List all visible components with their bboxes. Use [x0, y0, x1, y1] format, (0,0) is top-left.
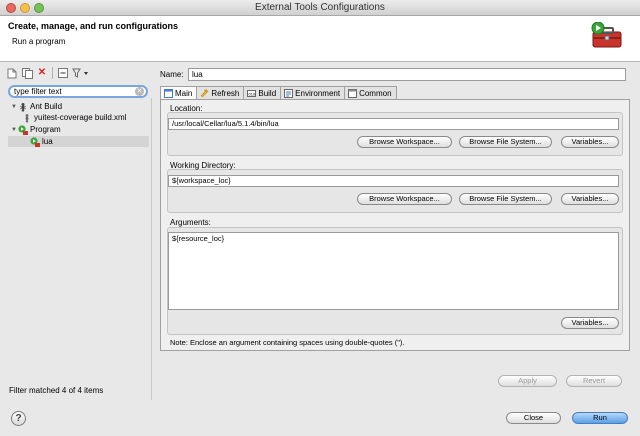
tree-label: yuitest-coverage build.xml — [34, 113, 127, 122]
main-tab-icon — [164, 89, 173, 98]
revert-button[interactable]: Revert — [566, 375, 622, 387]
help-icon[interactable]: ? — [11, 411, 26, 426]
filter-configs-icon[interactable] — [72, 67, 90, 79]
refresh-icon — [200, 88, 209, 98]
dialog-subtitle: Run a program — [12, 37, 66, 46]
tab-label: Build — [258, 88, 277, 98]
toolbar-separator — [52, 67, 53, 79]
name-label: Name: — [160, 70, 184, 79]
ant-config-icon — [22, 113, 32, 123]
tab-label: Environment — [295, 88, 341, 98]
config-tree: ▼ Ant Build yuitest-coverage build.xml ▼… — [6, 100, 150, 380]
run-button[interactable]: Run — [572, 412, 628, 424]
new-config-icon[interactable] — [6, 67, 18, 79]
expand-arrow-icon[interactable]: ▼ — [10, 104, 18, 110]
tab-common[interactable]: Common — [344, 86, 397, 99]
apply-button[interactable]: Apply — [498, 375, 557, 387]
location-label: Location: — [170, 104, 203, 113]
tab-main[interactable]: Main — [160, 86, 198, 100]
name-field[interactable]: lua — [188, 68, 626, 81]
tree-label: Program — [30, 125, 61, 134]
dialog-header: Create, manage, and run configurations R… — [0, 16, 640, 62]
location-field[interactable]: /usr/local/Cellar/lua/5.1.4/bin/lua — [168, 118, 619, 130]
tab-label: Main — [175, 89, 193, 98]
filter-status: Filter matched 4 of 4 items — [9, 386, 104, 395]
tab-bar: Main Refresh 010 Build Environment Commo… — [160, 86, 397, 100]
program-run-icon — [18, 124, 28, 135]
build-icon: 010 — [247, 89, 257, 98]
svg-text:010: 010 — [249, 91, 256, 96]
tab-environment[interactable]: Environment — [280, 86, 346, 99]
window-title: External Tools Configurations — [255, 2, 385, 13]
close-button[interactable]: Close — [506, 412, 561, 424]
config-toolbar: ✕ — [6, 66, 90, 80]
delete-config-icon[interactable]: ✕ — [36, 67, 48, 79]
clear-filter-icon[interactable]: ✕ — [135, 87, 144, 96]
arguments-field[interactable]: ${resource_loc} — [168, 232, 619, 310]
arguments-note: Note: Enclose an argument containing spa… — [170, 338, 405, 347]
location-browse-workspace-button[interactable]: Browse Workspace... — [357, 136, 452, 148]
working-directory-field[interactable]: ${workspace_loc} — [168, 175, 619, 187]
tree-label: Ant Build — [30, 102, 63, 111]
filter-input[interactable] — [14, 87, 134, 96]
arguments-variables-button[interactable]: Variables... — [561, 317, 619, 329]
tab-build[interactable]: 010 Build — [243, 86, 282, 99]
duplicate-config-icon[interactable] — [21, 67, 33, 79]
program-run-icon — [30, 136, 40, 147]
tree-item-program[interactable]: ▼ Program — [10, 124, 61, 135]
common-icon — [348, 88, 358, 98]
wd-browse-workspace-button[interactable]: Browse Workspace... — [357, 193, 452, 205]
arguments-label: Arguments: — [170, 218, 211, 227]
location-variables-button[interactable]: Variables... — [561, 136, 619, 148]
filter-box: ✕ — [8, 85, 148, 98]
tree-label: lua — [42, 137, 53, 146]
dialog-title: Create, manage, and run configurations — [8, 21, 179, 31]
tree-item-ant-build[interactable]: ▼ Ant Build — [10, 101, 62, 112]
wd-variables-button[interactable]: Variables... — [561, 193, 619, 205]
wd-browse-file-system-button[interactable]: Browse File System... — [459, 193, 552, 205]
environment-icon — [284, 88, 294, 98]
ant-icon — [18, 102, 28, 112]
tree-item-ant-config[interactable]: yuitest-coverage build.xml — [22, 112, 126, 123]
title-bar: External Tools Configurations — [0, 0, 640, 16]
location-browse-file-system-button[interactable]: Browse File System... — [459, 136, 552, 148]
toolbox-run-icon — [591, 22, 622, 48]
working-directory-label: Working Directory: — [170, 161, 236, 170]
tab-label: Refresh — [211, 88, 240, 98]
tab-refresh[interactable]: Refresh — [196, 86, 245, 99]
collapse-all-icon[interactable] — [57, 67, 69, 79]
tab-label: Common — [359, 88, 392, 98]
tree-item-lua[interactable]: lua — [8, 136, 149, 147]
expand-arrow-icon[interactable]: ▼ — [10, 127, 18, 133]
